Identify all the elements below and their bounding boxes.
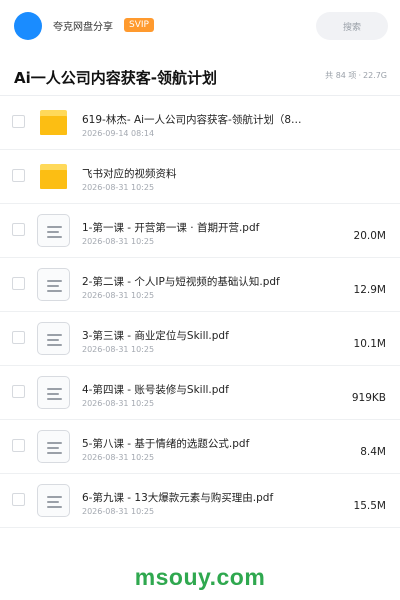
document-icon [37, 376, 70, 409]
document-line [47, 334, 62, 336]
file-row[interactable]: 4-第四课 - 账号装修与Skill.pdf 2026-08-31 10:25 91… [0, 366, 400, 420]
row-checkbox[interactable] [12, 493, 25, 506]
item-count: 共 84 项 [325, 71, 357, 80]
file-row[interactable]: 5-第八课 - 基于情绪的选题公式.pdf 2026-08-31 10:25 8.4… [0, 420, 400, 474]
file-row[interactable]: 6-第九课 - 13大爆款元素与购买理由.pdf 2026-08-31 10:25… [0, 474, 400, 528]
file-size: 15.5M [353, 500, 386, 512]
file-name: 3-第三课 - 商业定位与Skill.pdf [82, 330, 229, 342]
file-row[interactable]: 3-第三课 - 商业定位与Skill.pdf 2026-08-31 10:25 10… [0, 312, 400, 366]
document-line [47, 501, 59, 503]
row-checkbox[interactable] [12, 385, 25, 398]
file-date: 2026-08-31 10:25 [82, 183, 155, 192]
user-name: 夸克网盘分享 [53, 22, 113, 33]
document-line [47, 496, 62, 498]
document-line [47, 388, 62, 390]
document-line [47, 290, 62, 292]
folder-header: Ai一人公司内容获客-领航计划 共 84 项 · 22.7G [0, 52, 400, 96]
file-date: 2026-08-31 10:25 [82, 399, 155, 408]
file-date: 2026-08-31 10:25 [82, 345, 155, 354]
file-name: 1-第一课 - 开营第一课 · 首期开营.pdf [82, 222, 260, 234]
file-row[interactable]: 2-第二课 - 个人IP与短视频的基础认知.pdf 2026-08-31 10:2… [0, 258, 400, 312]
folder-icon [37, 160, 70, 193]
document-line [47, 226, 62, 228]
file-date: 2026-08-31 10:25 [82, 291, 155, 300]
file-name: 4-第四课 - 账号装修与Skill.pdf [82, 384, 229, 396]
document-line [47, 285, 59, 287]
avatar[interactable] [14, 12, 42, 40]
row-checkbox[interactable] [12, 115, 25, 128]
document-icon [37, 484, 70, 517]
document-line [47, 344, 62, 346]
file-date: 2026-09-14 08:14 [82, 129, 155, 138]
page-title: Ai一人公司内容获客-领航计划 [14, 69, 217, 87]
search-placeholder: 搜索 [342, 22, 361, 33]
folder-summary: 共 84 项 · 22.7G [325, 70, 387, 81]
file-name: 6-第九课 - 13大爆款元素与购买理由.pdf [82, 492, 274, 504]
folder-body [40, 170, 67, 189]
document-line [47, 398, 62, 400]
row-divider [0, 527, 400, 528]
watermark: msouy.com [134, 564, 266, 590]
folder-body [40, 116, 67, 135]
document-line [47, 506, 62, 508]
file-row[interactable]: 1-第一课 - 开营第一课 · 首期开营.pdf 2026-08-31 10:25… [0, 204, 400, 258]
file-list: 619-林杰- Ai一人公司内容获客-领航计划（8… 2026-09-14 08:… [0, 96, 400, 528]
row-checkbox[interactable] [12, 169, 25, 182]
file-name: 619-林杰- Ai一人公司内容获客-领航计划（8… [82, 114, 302, 126]
row-checkbox[interactable] [12, 277, 25, 290]
summary-separator: · [358, 71, 361, 80]
file-size: 919KB [351, 392, 386, 404]
share-page: 夸克网盘分享 SVIP 搜索 Ai一人公司内容获客-领航计划 共 84 项 · 22… [0, 0, 400, 600]
document-line [47, 339, 59, 341]
document-line [47, 442, 62, 444]
row-checkbox[interactable] [12, 439, 25, 452]
document-icon [37, 322, 70, 355]
document-icon [37, 214, 70, 247]
search-input[interactable]: 搜索 [316, 12, 388, 40]
total-size: 22.7G [362, 71, 387, 80]
svip-badge: SVIP [124, 18, 154, 32]
file-date: 2026-08-31 10:25 [82, 507, 155, 516]
file-name: 2-第二课 - 个人IP与短视频的基础认知.pdf [82, 276, 280, 288]
document-line [47, 231, 59, 233]
file-date: 2026-08-31 10:25 [82, 453, 155, 462]
top-bar: 夸克网盘分享 SVIP 搜索 [0, 0, 400, 52]
folder-icon [37, 106, 70, 139]
document-line [47, 393, 59, 395]
file-size: 8.4M [360, 446, 386, 458]
document-line [47, 447, 59, 449]
document-line [47, 452, 62, 454]
document-icon [37, 430, 70, 463]
folder-row[interactable]: 飞书对应的视频资料 2026-08-31 10:25 [0, 150, 400, 204]
file-name: 飞书对应的视频资料 [82, 168, 177, 180]
row-checkbox[interactable] [12, 223, 25, 236]
document-line [47, 236, 62, 238]
document-line [47, 280, 62, 282]
file-size: 12.9M [353, 284, 386, 296]
row-checkbox[interactable] [12, 331, 25, 344]
file-date: 2026-08-31 10:25 [82, 237, 155, 246]
file-name: 5-第八课 - 基于情绪的选题公式.pdf [82, 438, 250, 450]
folder-row[interactable]: 619-林杰- Ai一人公司内容获客-领航计划（8… 2026-09-14 08:… [0, 96, 400, 150]
document-icon [37, 268, 70, 301]
file-size: 10.1M [353, 338, 386, 350]
file-size: 20.0M [353, 230, 386, 242]
